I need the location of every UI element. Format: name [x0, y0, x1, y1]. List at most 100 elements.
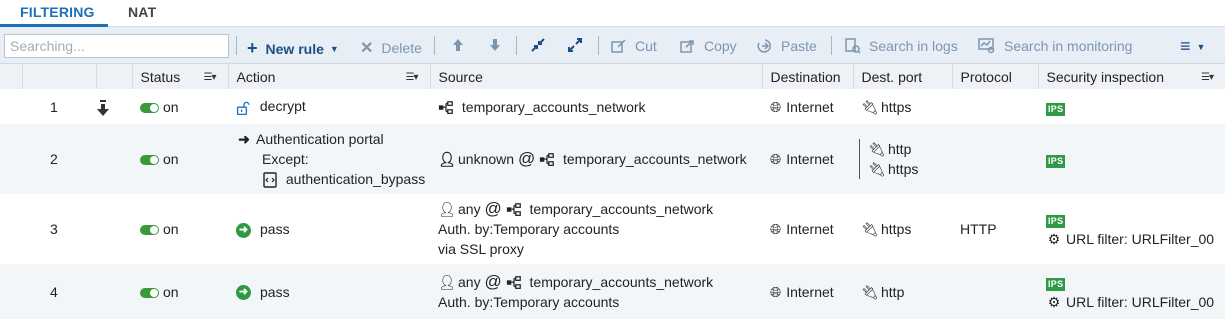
- filter-sort-icon[interactable]: ☰▾: [204, 72, 217, 83]
- globe-icon: 🌐︎: [770, 283, 782, 300]
- ips-badge: IPS: [1046, 277, 1066, 291]
- filter-sort-icon[interactable]: ☰▾: [406, 72, 419, 83]
- expand-all-button[interactable]: [568, 38, 582, 52]
- arrow-down-icon: [490, 39, 500, 51]
- column-header-security-inspection[interactable]: Security inspection ☰▾: [1037, 64, 1225, 89]
- table-row[interactable]: 3 on ➜ pass 👤︎ any @ temporary_accounts_ne…: [0, 194, 1225, 264]
- plug-icon: 🔌︎: [868, 161, 886, 177]
- filter-sort-icon[interactable]: ☰▾: [1201, 72, 1214, 83]
- port-text[interactable]: https: [881, 221, 911, 237]
- menu-button[interactable]: ≡ ▼: [1180, 36, 1205, 57]
- monitoring-search-icon: [978, 38, 995, 54]
- rule-number: 2: [22, 124, 96, 194]
- protocol-text: HTTP: [952, 194, 1038, 264]
- destination-text[interactable]: Internet: [786, 284, 833, 300]
- source-user[interactable]: any: [458, 201, 481, 217]
- rule-number: 4: [22, 264, 96, 319]
- new-rule-button[interactable]: + New rule ▼: [247, 38, 339, 59]
- status-toggle[interactable]: [140, 155, 159, 166]
- decrypt-rule-icon: [97, 99, 109, 116]
- status-toggle[interactable]: [140, 102, 159, 113]
- toolbar-separator: [434, 36, 435, 55]
- search-in-logs-button[interactable]: Search in logs: [845, 38, 958, 54]
- tab-filtering[interactable]: FILTERING: [20, 4, 95, 20]
- search-input[interactable]: [4, 34, 229, 58]
- ips-badge: IPS: [1046, 215, 1066, 228]
- globe-icon: 🌐︎: [770, 221, 782, 237]
- at-sign: @: [484, 271, 502, 291]
- toolbar-separator: [516, 36, 517, 55]
- status-text: on: [163, 151, 179, 167]
- source-network[interactable]: temporary_accounts_network: [530, 201, 714, 217]
- status-text: on: [163, 98, 179, 115]
- port-text[interactable]: http: [881, 284, 904, 300]
- destination-text[interactable]: Internet: [786, 99, 833, 115]
- search-in-monitoring-button[interactable]: Search in monitoring: [978, 38, 1132, 54]
- table-row[interactable]: 2 on ➜ Authentication portal Except: auth…: [0, 124, 1225, 194]
- action-header-label: Action: [236, 68, 276, 85]
- port-list: 🔌︎ http 🔌︎ https: [859, 139, 952, 179]
- column-header-status[interactable]: Status ☰▾: [131, 64, 228, 89]
- copy-icon: [680, 40, 694, 53]
- delete-button[interactable]: ✕ Delete: [360, 38, 422, 58]
- toolbar-separator: [236, 36, 237, 55]
- plus-icon: +: [247, 38, 258, 58]
- protocol-text: [952, 89, 1038, 124]
- arrow-right-icon: ➜: [238, 131, 250, 147]
- action-text: pass: [260, 221, 290, 237]
- collapse-all-button[interactable]: [531, 38, 545, 52]
- cut-button[interactable]: Cut: [611, 38, 657, 54]
- action-text: pass: [260, 283, 290, 300]
- table-header-row: Status ☰▾ Action ☰▾ Source Destination D…: [0, 64, 1225, 89]
- status-text: on: [163, 221, 179, 237]
- column-header-action[interactable]: Action ☰▾: [227, 64, 430, 89]
- copy-button[interactable]: Copy: [680, 38, 737, 54]
- column-header-destination[interactable]: Destination: [761, 64, 853, 89]
- user-icon: 👤︎: [438, 201, 456, 217]
- url-filter-text[interactable]: URL filter: URLFilter_00: [1066, 294, 1214, 310]
- port-text[interactable]: http: [888, 141, 911, 157]
- network-icon: [539, 153, 554, 167]
- url-filter-text[interactable]: URL filter: URLFilter_00: [1066, 231, 1214, 247]
- source-network[interactable]: temporary_accounts_network: [530, 274, 714, 290]
- plug-icon: 🔌︎: [861, 283, 879, 300]
- status-toggle[interactable]: [140, 287, 159, 298]
- plug-icon: 🔌︎: [861, 221, 879, 237]
- user-icon: 👤︎: [438, 273, 456, 290]
- cut-label: Cut: [635, 38, 657, 54]
- paste-button[interactable]: Paste: [757, 38, 817, 54]
- column-header-dest-port[interactable]: Dest. port: [852, 64, 952, 89]
- security-inspection-header-label: Security inspection: [1046, 68, 1165, 85]
- toolbar: + New rule ▼ ✕ Delete Cut Copy Paste Sea…: [0, 27, 1225, 64]
- filter-rules-table: Status ☰▾ Action ☰▾ Source Destination D…: [0, 64, 1225, 319]
- table-row[interactable]: 1 on decrypt temporary_accounts_network …: [0, 89, 1225, 124]
- port-text[interactable]: https: [881, 99, 911, 115]
- script-icon: [263, 172, 277, 188]
- source-user[interactable]: unknown: [458, 151, 514, 167]
- port-text[interactable]: https: [888, 161, 918, 177]
- move-down-button[interactable]: [489, 38, 501, 52]
- action-except-item[interactable]: authentication_bypass: [286, 171, 425, 187]
- destination-text[interactable]: Internet: [786, 151, 833, 167]
- at-sign: @: [484, 199, 502, 218]
- source-auth: Auth. by:Temporary accounts: [438, 293, 620, 310]
- status-toggle[interactable]: [140, 225, 159, 236]
- column-header-source[interactable]: Source: [429, 64, 762, 89]
- tab-nat[interactable]: NAT: [128, 4, 156, 20]
- column-header-number: [21, 64, 96, 89]
- destination-text[interactable]: Internet: [786, 221, 833, 237]
- move-up-button[interactable]: [452, 38, 464, 52]
- status-text: on: [163, 283, 179, 300]
- action-text: Authentication portal: [256, 131, 384, 147]
- url-filter-icon: ⚙︎: [1047, 293, 1061, 310]
- source-user[interactable]: any: [458, 274, 481, 290]
- table-row[interactable]: 4 on ➜ pass 👤︎ any @ temporary_accounts_ne…: [0, 264, 1225, 319]
- chevron-down-icon: ▼: [329, 43, 339, 54]
- source-network[interactable]: temporary_accounts_network: [462, 99, 646, 115]
- column-header-protocol[interactable]: Protocol: [951, 64, 1038, 89]
- pass-icon: ➜: [236, 222, 251, 238]
- logs-search-icon: [845, 38, 861, 54]
- source-via: via SSL proxy: [438, 241, 524, 257]
- source-network[interactable]: temporary_accounts_network: [563, 151, 747, 167]
- ips-badge: IPS: [1046, 102, 1066, 116]
